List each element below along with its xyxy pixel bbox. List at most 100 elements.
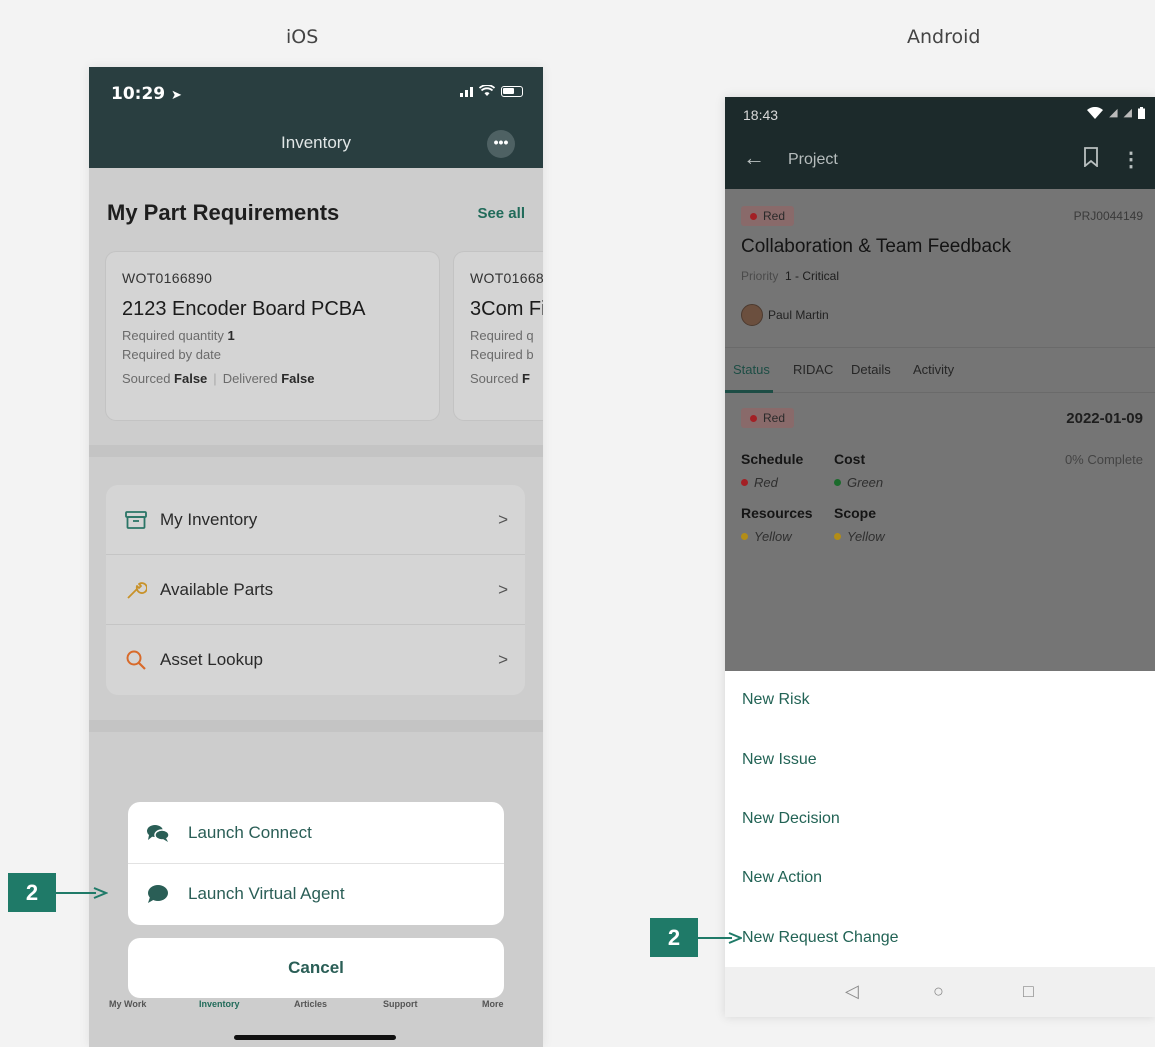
part-card[interactable]: WOT0166890 2123 Encoder Board PCBA Requi… <box>106 252 439 420</box>
avatar <box>741 304 763 326</box>
android-toolbar: 18:43 ◢ ◢ ← Project ⋮ <box>725 97 1155 189</box>
project-title: Collaboration & Team Feedback <box>741 236 1012 257</box>
battery-icon <box>1138 106 1145 119</box>
chat-bubble-icon <box>146 884 170 904</box>
cost-label: Cost <box>834 451 866 467</box>
search-icon <box>123 649 149 671</box>
android-column-title: Android <box>907 26 981 48</box>
percent-complete: 0% Complete <box>1064 452 1143 467</box>
tab-articles[interactable]: Articles <box>294 999 327 1009</box>
part-card[interactable]: WOT01668 3Com Fi Required q Required b S… <box>454 252 543 420</box>
launch-connect-label: Launch Connect <box>188 822 312 842</box>
system-nav-bar: ◁ ○ □ <box>725 967 1155 1017</box>
tab-my-work[interactable]: My Work <box>109 999 146 1009</box>
tab-more[interactable]: More <box>482 999 504 1009</box>
status-icons: ◢ ◢ <box>1087 106 1145 119</box>
page-title: Inventory <box>281 133 351 152</box>
bottom-sheet-menu: New Risk New Issue New Decision New Acti… <box>725 671 1155 967</box>
card-quantity: Required quantity 1 <box>122 328 235 343</box>
more-vertical-icon[interactable]: ⋮ <box>1121 147 1141 172</box>
card-number: WOT01668 <box>470 270 543 286</box>
status-icons <box>460 85 523 97</box>
card-quantity: Required q <box>470 328 534 343</box>
card-number: WOT0166890 <box>122 270 213 286</box>
page-title: Project <box>788 151 838 168</box>
inventory-menu: My Inventory > Available Parts > Asset L… <box>106 485 525 695</box>
bookmark-icon[interactable] <box>1083 147 1099 172</box>
section-divider <box>89 445 543 457</box>
status-time: 10:29 ➤ <box>111 84 182 104</box>
cancel-button[interactable]: Cancel <box>128 938 504 998</box>
menu-item-available-parts[interactable]: Available Parts > <box>106 555 525 625</box>
schedule-value: Red <box>741 475 778 490</box>
section-divider <box>89 720 543 732</box>
wifi-icon <box>1087 106 1104 119</box>
chevron-right-icon: > <box>498 650 508 669</box>
ios-column-title: iOS <box>286 26 319 48</box>
status-dot-icon <box>750 414 757 422</box>
state-badge: Red <box>741 206 795 226</box>
menu-item-label: Asset Lookup <box>160 650 264 669</box>
tab-strip: Status RIDAC Details Activity <box>725 347 1155 393</box>
tab-details[interactable]: Details <box>851 362 891 377</box>
schedule-label: Schedule <box>741 451 804 467</box>
tab-inventory[interactable]: Inventory <box>199 999 240 1009</box>
menu-item-label: Available Parts <box>160 579 274 599</box>
scope-label: Scope <box>834 505 877 521</box>
status-dot-icon <box>750 212 757 220</box>
new-request-change-item[interactable]: New Request Change <box>742 929 899 947</box>
scope-value: Yellow <box>834 529 885 544</box>
launch-connect-button[interactable]: Launch Connect <box>128 802 504 863</box>
back-arrow-icon[interactable]: ← <box>743 145 765 171</box>
callout-android: 2 <box>650 918 742 957</box>
menu-item-label: My Inventory <box>160 509 258 529</box>
chevron-right-icon: > <box>498 579 508 599</box>
signal-icon <box>460 85 473 97</box>
active-tab-indicator <box>725 390 773 393</box>
card-name: 3Com Fi <box>470 298 543 320</box>
section-title: My Part Requirements <box>107 200 340 225</box>
menu-item-my-inventory[interactable]: My Inventory > <box>106 485 525 555</box>
nav-recents-icon[interactable]: □ <box>1023 981 1034 1002</box>
callout-number: 2 <box>8 873 56 912</box>
launch-virtual-agent-button[interactable]: Launch Virtual Agent <box>128 863 504 924</box>
callout-arrow-icon <box>698 931 742 944</box>
wrench-icon <box>123 579 149 601</box>
tab-activity[interactable]: Activity <box>913 362 954 377</box>
home-indicator <box>234 1035 396 1040</box>
action-sheet: Launch Connect Launch Virtual Agent <box>128 802 504 925</box>
new-decision-item[interactable]: New Decision <box>742 810 840 828</box>
resources-label: Resources <box>741 505 813 521</box>
menu-item-asset-lookup[interactable]: Asset Lookup > <box>106 625 525 695</box>
no-signal-icon: ◢ <box>1109 107 1118 119</box>
card-name: 2123 Encoder Board PCBA <box>122 298 366 320</box>
callout-number: 2 <box>650 918 698 957</box>
card-date: Required b <box>470 347 534 362</box>
assigned-user[interactable]: Paul Martin <box>741 304 829 326</box>
cost-value: Green <box>834 475 883 490</box>
archive-box-icon <box>123 509 149 531</box>
tab-ridac[interactable]: RIDAC <box>793 362 833 377</box>
ios-screen: 10:29 ➤ Inventory ••• My Part Requiremen… <box>89 67 543 1047</box>
new-risk-item[interactable]: New Risk <box>742 691 810 709</box>
priority: Priority 1 - Critical <box>741 269 840 283</box>
see-all-link[interactable]: See all <box>477 205 525 222</box>
callout-ios: 2 <box>8 873 108 912</box>
new-issue-item[interactable]: New Issue <box>742 751 817 769</box>
tab-status[interactable]: Status <box>733 362 770 377</box>
callout-arrow-icon <box>56 886 108 899</box>
status-time: 18:43 <box>743 107 779 123</box>
tab-support[interactable]: Support <box>383 999 418 1009</box>
ellipsis-icon[interactable]: ••• <box>487 130 515 158</box>
chevron-right-icon: > <box>498 509 508 529</box>
battery-icon <box>501 85 523 97</box>
status-badge: Red <box>741 408 795 428</box>
nav-back-icon[interactable]: ◁ <box>845 981 859 1002</box>
status-date: 2022-01-09 <box>1066 410 1143 427</box>
nav-home-icon[interactable]: ○ <box>933 981 944 1002</box>
new-action-item[interactable]: New Action <box>742 869 822 887</box>
chat-bubbles-icon <box>146 823 170 843</box>
no-signal-icon: ◢ <box>1123 107 1132 119</box>
android-screen: 18:43 ◢ ◢ ← Project ⋮ Red PRJ0044149 Col… <box>725 97 1155 1017</box>
ios-navbar: 10:29 ➤ Inventory ••• <box>89 67 543 168</box>
